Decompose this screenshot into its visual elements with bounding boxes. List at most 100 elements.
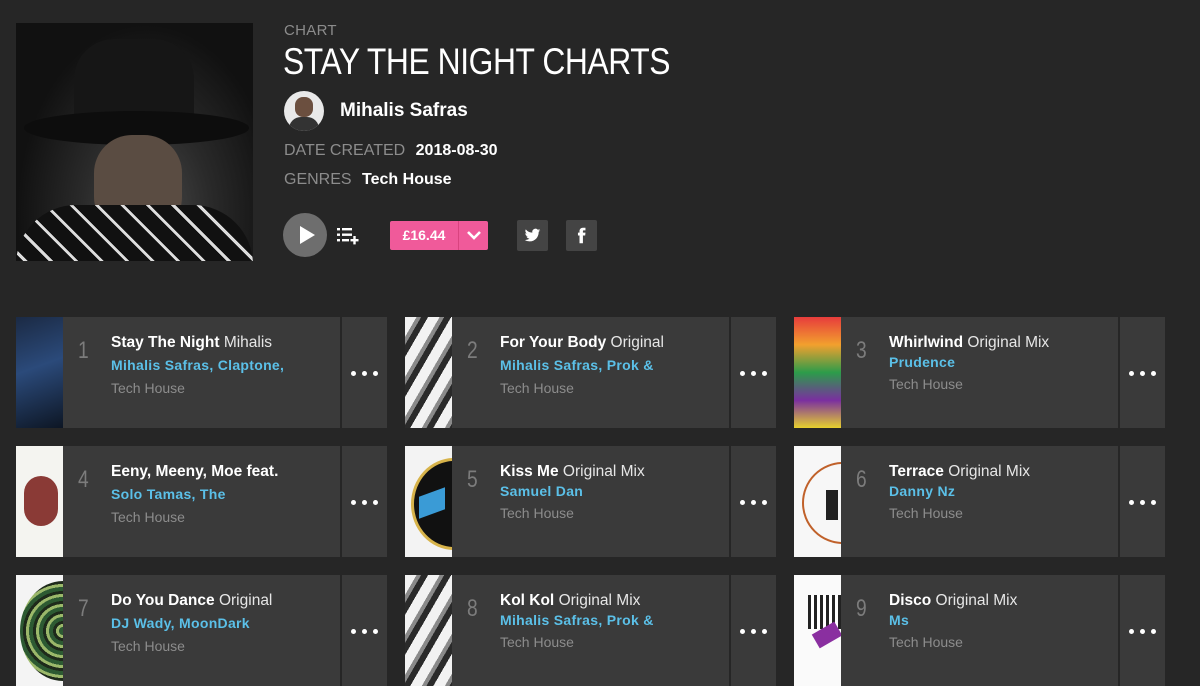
- track-title[interactable]: Kiss Me: [500, 463, 559, 480]
- add-to-queue-icon: [337, 228, 359, 245]
- track-artwork[interactable]: [794, 575, 841, 686]
- add-to-queue-button[interactable]: [337, 225, 359, 245]
- chart-artist[interactable]: Mihalis Safras: [284, 90, 468, 132]
- track-artwork[interactable]: [405, 446, 452, 557]
- track-title[interactable]: For Your Body: [500, 334, 606, 351]
- track-more-button[interactable]: [729, 317, 778, 428]
- track-artists[interactable]: Solo Tamas, The: [111, 486, 336, 505]
- page-title: STAY THE NIGHT CHARTS: [283, 41, 671, 82]
- track-artwork[interactable]: [794, 446, 841, 557]
- chevron-down-icon: [467, 231, 481, 240]
- track-genre[interactable]: Tech House: [889, 376, 1114, 392]
- track-title-line[interactable]: Kol Kol Original Mix: [500, 592, 725, 612]
- track-title[interactable]: Whirlwind: [889, 334, 963, 351]
- track-title[interactable]: Terrace: [889, 463, 944, 480]
- price-options-dropdown[interactable]: [459, 221, 488, 250]
- play-button[interactable]: [283, 213, 327, 257]
- track-artwork[interactable]: [16, 446, 63, 557]
- track-genre[interactable]: Tech House: [111, 638, 336, 654]
- track-artists[interactable]: Mihalis Safras, Prok &: [500, 612, 725, 631]
- track-more-button[interactable]: [729, 446, 778, 557]
- genres: GENRES Tech House: [284, 171, 452, 189]
- track-genre[interactable]: Tech House: [500, 380, 725, 396]
- track-number: 3: [856, 337, 867, 364]
- track-artists[interactable]: Samuel Dan: [500, 483, 725, 502]
- track-card[interactable]: 8 Kol Kol Original Mix Mihalis Safras, P…: [405, 575, 776, 686]
- track-more-button[interactable]: [340, 317, 389, 428]
- chart-cover-image: [16, 23, 253, 261]
- track-title[interactable]: Do You Dance: [111, 592, 215, 609]
- track-mix[interactable]: Mihalis: [224, 334, 272, 351]
- track-mix[interactable]: Original: [611, 334, 664, 351]
- track-artists[interactable]: Prudence: [889, 354, 1114, 373]
- track-title-line[interactable]: Terrace Original Mix: [889, 463, 1114, 483]
- track-card[interactable]: 3 Whirlwind Original Mix Prudence Tech H…: [794, 317, 1165, 428]
- track-title-line[interactable]: Eeny, Meeny, Moe feat.: [111, 463, 336, 483]
- track-card[interactable]: 9 Disco Original Mix Ms Tech House: [794, 575, 1165, 686]
- track-more-button[interactable]: [340, 446, 389, 557]
- track-genre[interactable]: Tech House: [889, 505, 1114, 521]
- track-artwork[interactable]: [794, 317, 841, 428]
- track-genre[interactable]: Tech House: [889, 634, 1114, 650]
- track-title-line[interactable]: Disco Original Mix: [889, 592, 1114, 612]
- track-card[interactable]: 5 Kiss Me Original Mix Samuel Dan Tech H…: [405, 446, 776, 557]
- chart-kicker: CHART: [284, 22, 337, 39]
- track-title-line[interactable]: Kiss Me Original Mix: [500, 463, 725, 483]
- more-options-icon: [351, 371, 381, 376]
- track-title[interactable]: Disco: [889, 592, 931, 609]
- artist-avatar[interactable]: [284, 91, 324, 131]
- share-twitter-button[interactable]: [517, 220, 548, 251]
- track-card[interactable]: 7 Do You Dance Original DJ Wady, MoonDar…: [16, 575, 387, 686]
- track-genre[interactable]: Tech House: [111, 380, 336, 396]
- more-options-icon: [1129, 371, 1159, 376]
- track-more-button[interactable]: [729, 575, 778, 686]
- track-artists[interactable]: Ms: [889, 612, 1114, 631]
- track-title[interactable]: Stay The Night: [111, 334, 220, 351]
- genres-label: GENRES: [284, 171, 352, 188]
- track-mix[interactable]: Original Mix: [967, 334, 1049, 351]
- track-mix[interactable]: Original Mix: [563, 463, 645, 480]
- more-options-icon: [740, 629, 770, 634]
- track-mix[interactable]: Original: [219, 592, 272, 609]
- more-options-icon: [351, 500, 381, 505]
- track-mix[interactable]: Original Mix: [559, 592, 641, 609]
- track-genre[interactable]: Tech House: [111, 509, 336, 525]
- track-artwork[interactable]: [16, 575, 63, 686]
- track-mix[interactable]: Original Mix: [936, 592, 1018, 609]
- track-title-line[interactable]: For Your Body Original: [500, 334, 725, 354]
- track-title[interactable]: Eeny, Meeny, Moe feat.: [111, 463, 278, 480]
- track-card[interactable]: 2 For Your Body Original Mihalis Safras,…: [405, 317, 776, 428]
- track-title-line[interactable]: Do You Dance Original: [111, 592, 336, 612]
- track-artwork[interactable]: [405, 317, 452, 428]
- more-options-icon: [1129, 500, 1159, 505]
- track-more-button[interactable]: [340, 575, 389, 686]
- genre-link[interactable]: Tech House: [362, 171, 452, 188]
- track-artwork[interactable]: [405, 575, 452, 686]
- share-facebook-button[interactable]: [566, 220, 597, 251]
- track-artists[interactable]: Mihalis Safras, Prok &: [500, 357, 725, 376]
- track-number: 5: [467, 466, 478, 493]
- track-mix[interactable]: Original Mix: [948, 463, 1030, 480]
- more-options-icon: [351, 629, 381, 634]
- more-options-icon: [740, 371, 770, 376]
- track-artists[interactable]: DJ Wady, MoonDark: [111, 615, 336, 634]
- track-number: 7: [78, 595, 89, 622]
- buy-chart-button[interactable]: £16.44: [390, 221, 488, 250]
- track-card[interactable]: 6 Terrace Original Mix Danny Nz Tech Hou…: [794, 446, 1165, 557]
- track-more-button[interactable]: [1118, 575, 1167, 686]
- track-genre[interactable]: Tech House: [500, 634, 725, 650]
- track-title-line[interactable]: Stay The Night Mihalis: [111, 334, 336, 354]
- track-artwork[interactable]: [16, 317, 63, 428]
- track-card[interactable]: 1 Stay The Night Mihalis Mihalis Safras,…: [16, 317, 387, 428]
- track-artists[interactable]: Mihalis Safras, Claptone,: [111, 357, 336, 376]
- track-title[interactable]: Kol Kol: [500, 592, 554, 609]
- track-title-line[interactable]: Whirlwind Original Mix: [889, 334, 1114, 354]
- track-more-button[interactable]: [1118, 317, 1167, 428]
- track-more-button[interactable]: [1118, 446, 1167, 557]
- track-number: 4: [78, 466, 89, 493]
- chart-price[interactable]: £16.44: [390, 221, 458, 250]
- track-genre[interactable]: Tech House: [500, 505, 725, 521]
- track-artists[interactable]: Danny Nz: [889, 483, 1114, 502]
- artist-name-link[interactable]: Mihalis Safras: [340, 100, 468, 122]
- track-card[interactable]: 4 Eeny, Meeny, Moe feat. Solo Tamas, The…: [16, 446, 387, 557]
